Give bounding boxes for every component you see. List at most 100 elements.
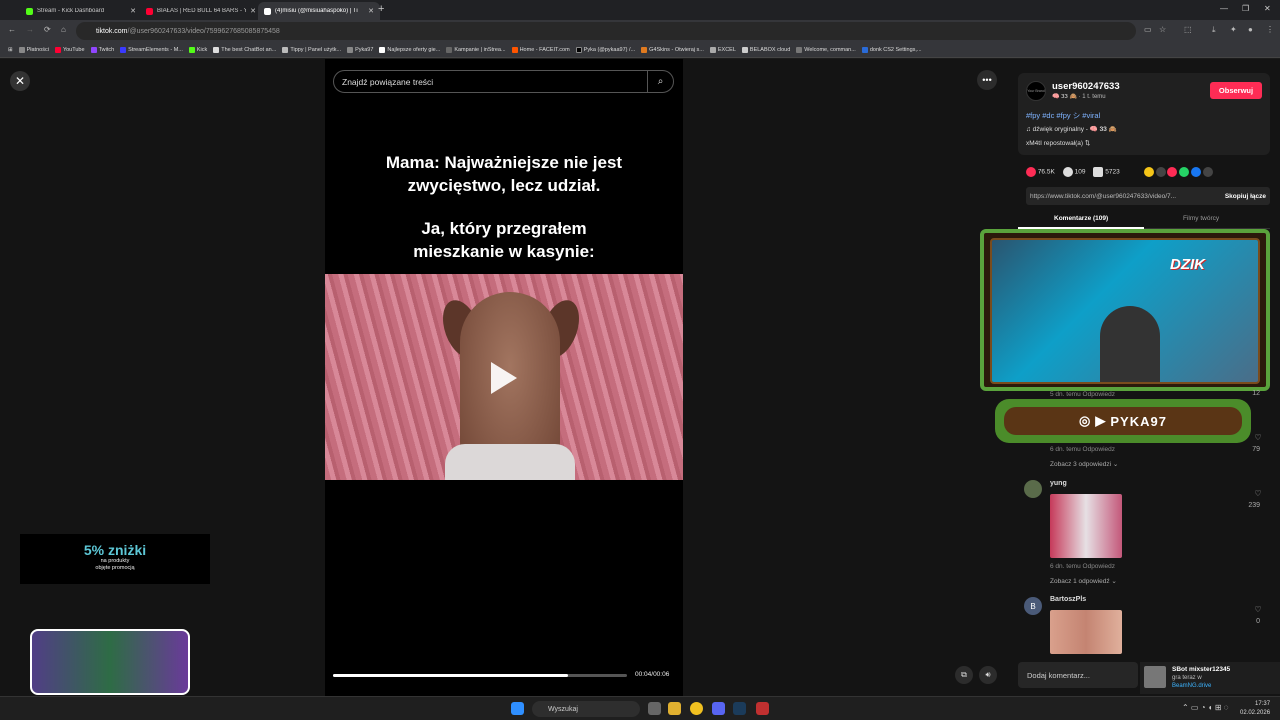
bookmark-item[interactable]: YouTube	[54, 46, 85, 53]
cast-icon[interactable]: ▭	[1144, 25, 1152, 34]
bookmark-item[interactable]: Welcome, comman...	[796, 46, 856, 53]
bookmark-item[interactable]: Home - FACEIT.com	[511, 46, 570, 53]
hashtags[interactable]: #fpy #dc #fpy シ #viral	[1026, 110, 1100, 121]
tab-youtube[interactable]: BIAŁAS | RED BULL 64 BARS - Y ✕	[140, 2, 262, 20]
bookmark-item[interactable]: Pyka (@pykaa97) /...	[575, 46, 635, 53]
send-icon[interactable]	[1167, 167, 1178, 177]
close-icon[interactable]: ✕	[368, 7, 374, 15]
promo-line: na produkty	[100, 558, 130, 564]
app-icon[interactable]	[756, 702, 769, 715]
heart-icon[interactable]: ♡	[1248, 433, 1268, 442]
close-window-icon[interactable]: ✕	[1264, 4, 1271, 13]
menu-icon[interactable]: ⋮	[1266, 25, 1274, 34]
bookmark-item[interactable]: StreamElements - M...	[120, 46, 183, 53]
tab-creator-videos[interactable]: Filmy twórcy	[1183, 215, 1219, 222]
tab-title: BIAŁAS | RED BULL 64 BARS - Y	[157, 8, 247, 14]
more-options-button[interactable]: •••	[977, 70, 997, 90]
comment-meta[interactable]: 6 dn. temu Odpowiedz	[1050, 446, 1115, 453]
bookmark-item[interactable]: Kick	[188, 46, 207, 53]
comment-meta[interactable]: 6 dn. temu Odpowiedz	[1050, 563, 1115, 570]
save-button[interactable]: 5723	[1093, 167, 1120, 177]
discord-icon[interactable]	[712, 702, 725, 715]
share-icons	[1143, 167, 1213, 177]
comment-author[interactable]: yung	[1050, 480, 1067, 487]
close-icon[interactable]: ✕	[250, 7, 256, 15]
heart-icon	[1026, 167, 1036, 177]
new-tab-button[interactable]: +	[378, 3, 384, 15]
tab-comments[interactable]: Komentarze (109)	[1054, 215, 1108, 222]
bookmark-item[interactable]: Najlepsze oferty gie...	[379, 46, 440, 53]
clock[interactable]: 17:37 02.02.2026	[1240, 700, 1270, 718]
comment-image[interactable]	[1050, 494, 1122, 558]
system-tray[interactable]: ⌃ ▭ ◔ ◖ ⊞ ◌	[1182, 703, 1229, 712]
explorer-icon[interactable]	[668, 702, 681, 715]
avatar[interactable]: B	[1024, 597, 1042, 615]
username[interactable]: user960247633	[1052, 81, 1120, 92]
extensions-icon[interactable]: ⬚	[1184, 25, 1192, 34]
add-comment-input[interactable]: Dodaj komentarz...	[1018, 662, 1138, 688]
video-caption-top: Mama: Najważniejsze nie jest zwycięstwo,…	[385, 153, 623, 195]
video-player[interactable]: Znajdź powiązane treści ⌕ Mama: Najważni…	[325, 59, 683, 696]
star-icon[interactable]: ☆	[1159, 25, 1166, 34]
notification-toast[interactable]: SBot mixster12345 gra teraz w BeamNG.dri…	[1140, 662, 1280, 694]
facebook-icon[interactable]	[1191, 167, 1202, 177]
close-video-button[interactable]: ✕	[10, 71, 30, 91]
comment-meta[interactable]: 5 dn. temu Odpowiedz	[1050, 391, 1115, 398]
tab-strip: Stream - Kick Dashboard ✕ BIAŁAS | RED B…	[0, 0, 1280, 20]
apps-icon[interactable]: ⊞	[8, 47, 13, 53]
like-button[interactable]: 76.5K	[1026, 167, 1055, 177]
volume-icon[interactable]: 🔊︎	[979, 666, 997, 684]
coin-icon[interactable]	[1143, 167, 1154, 177]
embed-icon[interactable]	[1155, 167, 1166, 177]
bookmark-item[interactable]: Twitch	[90, 46, 114, 53]
bookmark-folder[interactable]: EXCEL	[709, 46, 736, 53]
url-input[interactable]: tiktok.com/@user960247633/video/75996276…	[76, 22, 1136, 40]
heart-icon[interactable]: ♡	[1248, 605, 1268, 614]
comment-button[interactable]: 109	[1062, 167, 1085, 177]
forward-icon[interactable]: →	[26, 25, 34, 34]
puzzle-icon[interactable]: ✦	[1230, 25, 1237, 34]
minimize-icon[interactable]: —	[1220, 4, 1228, 13]
play-icon[interactable]	[491, 362, 517, 394]
profile-icon[interactable]: ●	[1248, 25, 1253, 34]
start-icon[interactable]	[511, 702, 524, 715]
bookmark-item[interactable]: donk CS2 Settings,...	[861, 46, 922, 53]
bookmark-item[interactable]: The best ChatBot an...	[213, 46, 276, 53]
download-icon[interactable]: ⤓	[1212, 25, 1216, 35]
reload-icon[interactable]: ⟳	[44, 25, 51, 34]
video-progress-bar[interactable]	[333, 674, 627, 677]
maximize-icon[interactable]: ❐	[1242, 4, 1249, 13]
related-search-input[interactable]: Znajdź powiązane treści ⌕	[333, 70, 674, 93]
heart-icon[interactable]: ♡	[1248, 489, 1268, 498]
steam-icon[interactable]	[733, 702, 746, 715]
view-replies-link[interactable]: Zobacz 3 odpowiedzi ⌄	[1050, 460, 1118, 468]
back-icon[interactable]: ←	[8, 25, 16, 34]
miniplayer-icon[interactable]: ⧉	[955, 666, 973, 684]
copy-link-button[interactable]: Skopiuj łącze	[1225, 193, 1266, 200]
task-view-icon[interactable]	[648, 702, 661, 715]
follow-button[interactable]: Obserwuj	[1210, 82, 1262, 99]
bookmark-item[interactable]: BELABOX cloud	[741, 46, 790, 53]
comment-author[interactable]: BartoszPls	[1050, 596, 1086, 603]
bookmark-item[interactable]: G4Skins - Otwieraj s...	[641, 46, 704, 53]
bookmark-item[interactable]: Pyka97	[347, 46, 373, 53]
tab-kick-dashboard[interactable]: Stream - Kick Dashboard ✕	[20, 2, 142, 20]
bookmark-item[interactable]: Kampanie | inStrea...	[446, 46, 506, 53]
taskbar-search[interactable]: Wyszukaj	[532, 701, 640, 717]
whatsapp-icon[interactable]	[1179, 167, 1190, 177]
tab-tiktok[interactable]: (4)misiu (@misiuahaspoko) | Ti ✕	[258, 2, 380, 20]
view-replies-link[interactable]: Zobacz 1 odpowiedź ⌄	[1050, 577, 1117, 585]
close-icon[interactable]: ✕	[130, 7, 136, 15]
avatar[interactable]	[1024, 480, 1042, 498]
stream-name: PYKA97	[1110, 413, 1167, 429]
search-icon[interactable]: ⌕	[647, 71, 673, 92]
bookmark-item[interactable]: Tippy | Panel użytk...	[282, 46, 341, 53]
home-icon[interactable]: ⌂	[61, 25, 66, 34]
comment-image[interactable]	[1050, 610, 1122, 654]
avatar[interactable]: Your Brand	[1026, 81, 1046, 101]
tab-title: (4)misiu (@misiuahaspoko) | Ti	[275, 8, 358, 14]
chrome-icon[interactable]	[690, 702, 703, 715]
share-arrow-icon[interactable]	[1202, 167, 1213, 177]
bookmark-item[interactable]: Płatności	[18, 46, 49, 53]
sound-link[interactable]: ♫ dźwięk oryginalny - 🧠 𝟑𝟑 🙈	[1026, 125, 1117, 134]
